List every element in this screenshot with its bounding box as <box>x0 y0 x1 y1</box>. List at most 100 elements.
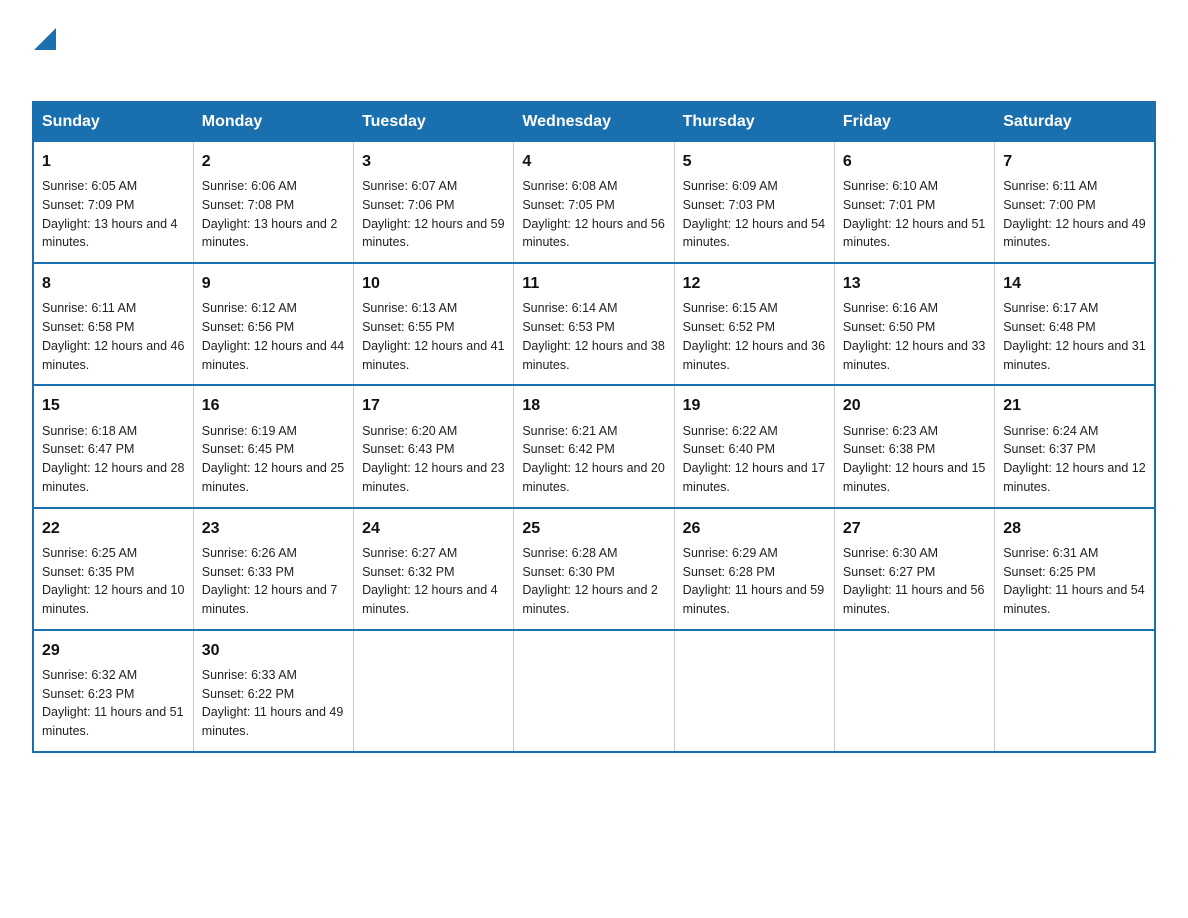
day-info: Sunrise: 6:27 AMSunset: 6:32 PMDaylight:… <box>362 544 505 619</box>
day-number: 19 <box>683 394 826 417</box>
calendar-day-cell: 24 Sunrise: 6:27 AMSunset: 6:32 PMDayligh… <box>354 508 514 630</box>
day-number: 23 <box>202 517 345 540</box>
calendar-week-row: 29 Sunrise: 6:32 AMSunset: 6:23 PMDayligh… <box>33 630 1155 752</box>
calendar-day-cell: 18 Sunrise: 6:21 AMSunset: 6:42 PMDayligh… <box>514 385 674 507</box>
calendar-day-cell: 20 Sunrise: 6:23 AMSunset: 6:38 PMDayligh… <box>834 385 994 507</box>
calendar-day-cell: 27 Sunrise: 6:30 AMSunset: 6:27 PMDayligh… <box>834 508 994 630</box>
calendar-day-cell: 1 Sunrise: 6:05 AMSunset: 7:09 PMDaylight… <box>33 142 193 264</box>
calendar-table: SundayMondayTuesdayWednesdayThursdayFrid… <box>32 101 1156 753</box>
calendar-day-cell: 19 Sunrise: 6:22 AMSunset: 6:40 PMDayligh… <box>674 385 834 507</box>
day-info: Sunrise: 6:10 AMSunset: 7:01 PMDaylight:… <box>843 177 986 252</box>
day-info: Sunrise: 6:05 AMSunset: 7:09 PMDaylight:… <box>42 177 185 252</box>
day-info: Sunrise: 6:30 AMSunset: 6:27 PMDaylight:… <box>843 544 986 619</box>
day-info: Sunrise: 6:23 AMSunset: 6:38 PMDaylight:… <box>843 422 986 497</box>
calendar-header-saturday: Saturday <box>995 102 1155 142</box>
calendar-day-cell: 23 Sunrise: 6:26 AMSunset: 6:33 PMDayligh… <box>193 508 353 630</box>
day-info: Sunrise: 6:18 AMSunset: 6:47 PMDaylight:… <box>42 422 185 497</box>
calendar-day-cell: 8 Sunrise: 6:11 AMSunset: 6:58 PMDaylight… <box>33 263 193 385</box>
day-number: 8 <box>42 272 185 295</box>
day-number: 26 <box>683 517 826 540</box>
day-info: Sunrise: 6:13 AMSunset: 6:55 PMDaylight:… <box>362 299 505 374</box>
day-info: Sunrise: 6:29 AMSunset: 6:28 PMDaylight:… <box>683 544 826 619</box>
day-number: 20 <box>843 394 986 417</box>
calendar-day-cell: 3 Sunrise: 6:07 AMSunset: 7:06 PMDaylight… <box>354 142 514 264</box>
calendar-day-cell: 5Sunrise: 6:09 AMSunset: 7:03 PMDaylight… <box>674 142 834 264</box>
calendar-week-row: 1 Sunrise: 6:05 AMSunset: 7:09 PMDaylight… <box>33 142 1155 264</box>
day-info: Sunrise: 6:06 AMSunset: 7:08 PMDaylight:… <box>202 177 345 252</box>
day-info: Sunrise: 6:11 AMSunset: 6:58 PMDaylight:… <box>42 299 185 374</box>
day-number: 30 <box>202 639 345 662</box>
day-number: 3 <box>362 150 505 173</box>
day-info: Sunrise: 6:31 AMSunset: 6:25 PMDaylight:… <box>1003 544 1146 619</box>
page-header <box>32 24 1156 83</box>
day-info: Sunrise: 6:22 AMSunset: 6:40 PMDaylight:… <box>683 422 826 497</box>
day-info: Sunrise: 6:28 AMSunset: 6:30 PMDaylight:… <box>522 544 665 619</box>
calendar-day-cell: 25 Sunrise: 6:28 AMSunset: 6:30 PMDayligh… <box>514 508 674 630</box>
calendar-header-wednesday: Wednesday <box>514 102 674 142</box>
logo <box>32 24 56 83</box>
calendar-week-row: 22Sunrise: 6:25 AMSunset: 6:35 PMDayligh… <box>33 508 1155 630</box>
day-number: 17 <box>362 394 505 417</box>
day-number: 16 <box>202 394 345 417</box>
calendar-header-sunday: Sunday <box>33 102 193 142</box>
day-info: Sunrise: 6:33 AMSunset: 6:22 PMDaylight:… <box>202 666 345 741</box>
day-info: Sunrise: 6:19 AMSunset: 6:45 PMDaylight:… <box>202 422 345 497</box>
calendar-day-cell: 26 Sunrise: 6:29 AMSunset: 6:28 PMDayligh… <box>674 508 834 630</box>
day-info: Sunrise: 6:24 AMSunset: 6:37 PMDaylight:… <box>1003 422 1146 497</box>
calendar-day-cell: 10 Sunrise: 6:13 AMSunset: 6:55 PMDayligh… <box>354 263 514 385</box>
calendar-day-cell: 22Sunrise: 6:25 AMSunset: 6:35 PMDayligh… <box>33 508 193 630</box>
day-info: Sunrise: 6:21 AMSunset: 6:42 PMDaylight:… <box>522 422 665 497</box>
day-number: 12 <box>683 272 826 295</box>
calendar-day-cell: 30 Sunrise: 6:33 AMSunset: 6:22 PMDayligh… <box>193 630 353 752</box>
day-number: 18 <box>522 394 665 417</box>
logo-triangle-icon <box>34 24 56 50</box>
calendar-day-cell: 14 Sunrise: 6:17 AMSunset: 6:48 PMDayligh… <box>995 263 1155 385</box>
day-number: 28 <box>1003 517 1146 540</box>
day-number: 14 <box>1003 272 1146 295</box>
day-number: 27 <box>843 517 986 540</box>
day-info: Sunrise: 6:26 AMSunset: 6:33 PMDaylight:… <box>202 544 345 619</box>
day-number: 6 <box>843 150 986 173</box>
day-number: 24 <box>362 517 505 540</box>
calendar-header-row: SundayMondayTuesdayWednesdayThursdayFrid… <box>33 102 1155 142</box>
calendar-day-cell: 6 Sunrise: 6:10 AMSunset: 7:01 PMDaylight… <box>834 142 994 264</box>
day-info: Sunrise: 6:12 AMSunset: 6:56 PMDaylight:… <box>202 299 345 374</box>
calendar-day-cell <box>834 630 994 752</box>
calendar-day-cell: 16 Sunrise: 6:19 AMSunset: 6:45 PMDayligh… <box>193 385 353 507</box>
day-info: Sunrise: 6:15 AMSunset: 6:52 PMDaylight:… <box>683 299 826 374</box>
calendar-day-cell: 15 Sunrise: 6:18 AMSunset: 6:47 PMDayligh… <box>33 385 193 507</box>
calendar-week-row: 8 Sunrise: 6:11 AMSunset: 6:58 PMDaylight… <box>33 263 1155 385</box>
calendar-day-cell: 13 Sunrise: 6:16 AMSunset: 6:50 PMDayligh… <box>834 263 994 385</box>
calendar-day-cell <box>514 630 674 752</box>
day-info: Sunrise: 6:11 AMSunset: 7:00 PMDaylight:… <box>1003 177 1146 252</box>
day-number: 25 <box>522 517 665 540</box>
calendar-day-cell <box>674 630 834 752</box>
day-number: 29 <box>42 639 185 662</box>
day-number: 10 <box>362 272 505 295</box>
day-number: 5 <box>683 150 826 173</box>
calendar-day-cell <box>354 630 514 752</box>
calendar-day-cell: 11 Sunrise: 6:14 AMSunset: 6:53 PMDayligh… <box>514 263 674 385</box>
day-number: 15 <box>42 394 185 417</box>
day-number: 11 <box>522 272 665 295</box>
calendar-day-cell: 2 Sunrise: 6:06 AMSunset: 7:08 PMDaylight… <box>193 142 353 264</box>
day-number: 7 <box>1003 150 1146 173</box>
calendar-header-friday: Friday <box>834 102 994 142</box>
day-number: 22 <box>42 517 185 540</box>
calendar-day-cell: 17Sunrise: 6:20 AMSunset: 6:43 PMDayligh… <box>354 385 514 507</box>
day-info: Sunrise: 6:17 AMSunset: 6:48 PMDaylight:… <box>1003 299 1146 374</box>
calendar-week-row: 15 Sunrise: 6:18 AMSunset: 6:47 PMDayligh… <box>33 385 1155 507</box>
day-number: 1 <box>42 150 185 173</box>
calendar-day-cell: 28 Sunrise: 6:31 AMSunset: 6:25 PMDayligh… <box>995 508 1155 630</box>
day-info: Sunrise: 6:32 AMSunset: 6:23 PMDaylight:… <box>42 666 185 741</box>
calendar-day-cell: 4 Sunrise: 6:08 AMSunset: 7:05 PMDaylight… <box>514 142 674 264</box>
calendar-header-monday: Monday <box>193 102 353 142</box>
day-info: Sunrise: 6:07 AMSunset: 7:06 PMDaylight:… <box>362 177 505 252</box>
day-number: 4 <box>522 150 665 173</box>
day-info: Sunrise: 6:08 AMSunset: 7:05 PMDaylight:… <box>522 177 665 252</box>
day-info: Sunrise: 6:16 AMSunset: 6:50 PMDaylight:… <box>843 299 986 374</box>
day-number: 13 <box>843 272 986 295</box>
day-number: 9 <box>202 272 345 295</box>
day-info: Sunrise: 6:14 AMSunset: 6:53 PMDaylight:… <box>522 299 665 374</box>
day-number: 2 <box>202 150 345 173</box>
